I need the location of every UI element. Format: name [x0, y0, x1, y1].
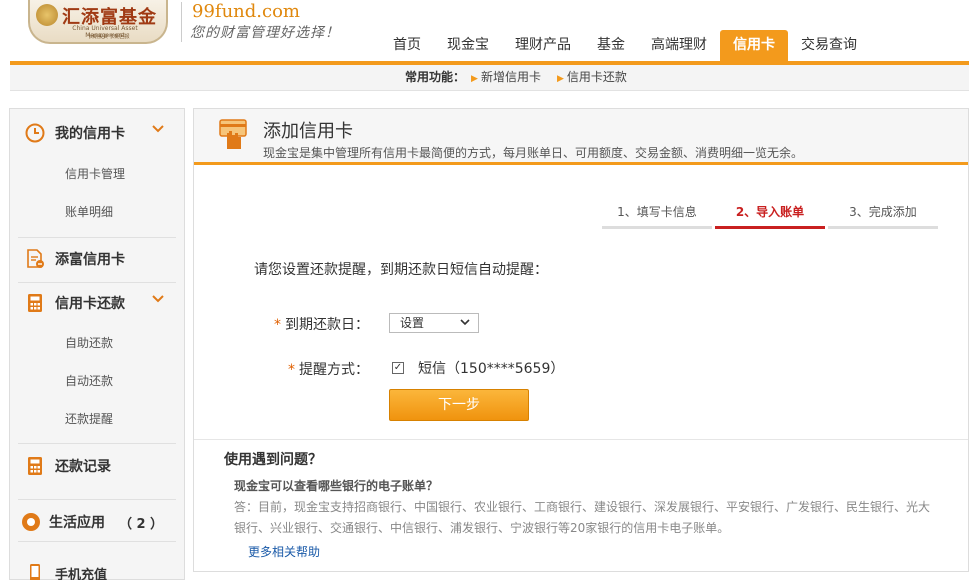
sidebar-my-cards[interactable]: 我的信用卡	[10, 113, 184, 153]
main-nav: 首页 现金宝 理财产品 基金 高端理财 信用卡 交易查询	[380, 30, 870, 61]
phone-icon	[30, 564, 40, 580]
chevron-down-icon	[460, 319, 470, 326]
sidebar-add-card-label: 添富信用卡	[55, 252, 125, 268]
sms-phone-label: 短信（150****5659）	[418, 361, 565, 377]
sidebar-phone-topup[interactable]: 手机充值	[10, 553, 184, 580]
more-help-link[interactable]: 更多相关帮助	[248, 543, 320, 560]
site-domain: 99fund.com	[192, 1, 300, 22]
sidebar-repay[interactable]: 信用卡还款	[10, 283, 184, 323]
help-title: 使用遇到问题？	[224, 452, 322, 468]
sidebar-repay-record[interactable]: 还款记录	[10, 446, 184, 486]
sidebar-add-card[interactable]: 添富信用卡	[10, 239, 184, 279]
sidebar-repay-record-label: 还款记录	[55, 459, 111, 475]
sidebar-divider	[18, 499, 176, 500]
credit-card-hand-icon	[219, 119, 247, 149]
clock-icon	[25, 123, 45, 143]
next-step-button[interactable]: 下一步	[389, 389, 529, 421]
step-import-bill: 2、导入账单	[715, 203, 825, 229]
sidebar-my-cards-label: 我的信用卡	[55, 126, 125, 142]
nav-wealth-products[interactable]: 理财产品	[502, 30, 584, 61]
brand-divider	[181, 2, 182, 42]
step-fill-card-info: 1、填写卡信息	[602, 203, 712, 229]
calculator-icon	[28, 457, 42, 475]
progress-steps: 1、填写卡信息 2、导入账单 3、完成添加	[602, 203, 941, 229]
nav-funds[interactable]: 基金	[584, 30, 638, 61]
quick-functions-label: 常用功能：	[405, 70, 466, 84]
sidebar-phone-topup-label: 手机充值	[55, 567, 108, 580]
sidebar-item-self-repay[interactable]: 自助还款	[65, 334, 113, 351]
quick-link-repay[interactable]: ▶ 信用卡还款	[557, 65, 627, 91]
chevron-down-icon	[152, 125, 164, 133]
help-divider	[194, 439, 968, 440]
due-date-select[interactable]: 设置	[389, 313, 479, 333]
logo-subtitle: 长期投资 长期回报	[88, 34, 130, 40]
sidebar-life-app-label: 生活应用	[49, 515, 105, 531]
arrow-right-icon: ▶	[471, 74, 478, 84]
page-title: 添加信用卡	[263, 121, 353, 142]
panel-header: 添加信用卡 现金宝是集中管理所有信用卡最简便的方式，每月账单日、可用额度、交易金…	[194, 109, 968, 165]
add-card-panel: 添加信用卡 现金宝是集中管理所有信用卡最简便的方式，每月账单日、可用额度、交易金…	[193, 108, 969, 572]
document-add-icon	[27, 249, 44, 268]
quick-functions-bar: 常用功能： ▶ 新增信用卡 ▶ 信用卡还款	[10, 65, 969, 91]
chevron-down-icon	[152, 295, 164, 303]
sms-checkbox[interactable]: ✓	[392, 362, 404, 374]
nav-transaction-query[interactable]: 交易查询	[788, 30, 870, 61]
sidebar-item-bill-detail[interactable]: 账单明细	[65, 203, 113, 220]
help-question: 现金宝可以查看哪些银行的电子账单？	[234, 479, 439, 493]
due-date-label: * 到期还款日：	[274, 317, 369, 333]
nav-high-end[interactable]: 高端理财	[638, 30, 720, 61]
calculator-icon	[28, 294, 42, 312]
quick-link-add-card[interactable]: ▶ 新增信用卡	[471, 65, 541, 91]
nav-cash-treasure[interactable]: 现金宝	[434, 30, 502, 61]
required-mark: *	[288, 362, 295, 378]
reminder-prompt: 请您设置还款提醒，到期还款日短信自动提醒：	[254, 262, 548, 278]
brand-slogan: 您的财富管理好选择！	[190, 25, 340, 41]
sidebar-life-app[interactable]: 生活应用 （ 2 ）	[10, 502, 184, 542]
due-date-select-value: 设置	[400, 316, 425, 330]
required-mark: *	[274, 317, 281, 333]
sidebar-divider	[18, 443, 176, 444]
brand-logo[interactable]: 汇添富基金 China Universal Asset Management 长…	[28, 0, 168, 44]
page-description: 现金宝是集中管理所有信用卡最简便的方式，每月账单日、可用额度、交易金额、消费明细…	[263, 146, 804, 160]
step-complete: 3、完成添加	[828, 203, 938, 229]
sidebar: 我的信用卡 信用卡管理 账单明细 添富信用卡 信用卡还款 自助还款 自动还款 还…	[9, 108, 185, 580]
remind-method-label: * 提醒方式：	[288, 362, 369, 378]
nav-home[interactable]: 首页	[380, 30, 434, 61]
sidebar-item-card-manage[interactable]: 信用卡管理	[65, 165, 125, 182]
sidebar-repay-label: 信用卡还款	[55, 296, 125, 312]
sidebar-divider	[18, 541, 176, 542]
life-app-count: （ 2 ）	[119, 516, 164, 532]
sidebar-divider	[18, 237, 176, 238]
arrow-right-icon: ▶	[556, 74, 564, 84]
nav-credit-card[interactable]: 信用卡	[720, 30, 788, 61]
sidebar-item-repay-remind[interactable]: 还款提醒	[65, 410, 113, 427]
help-answer: 答：目前，现金宝支持招商银行、中国银行、农业银行、工商银行、建设银行、深发展银行…	[234, 500, 931, 535]
sidebar-item-auto-repay[interactable]: 自动还款	[65, 372, 113, 389]
life-app-icon	[22, 513, 40, 531]
logo-emblem-icon	[36, 4, 58, 26]
